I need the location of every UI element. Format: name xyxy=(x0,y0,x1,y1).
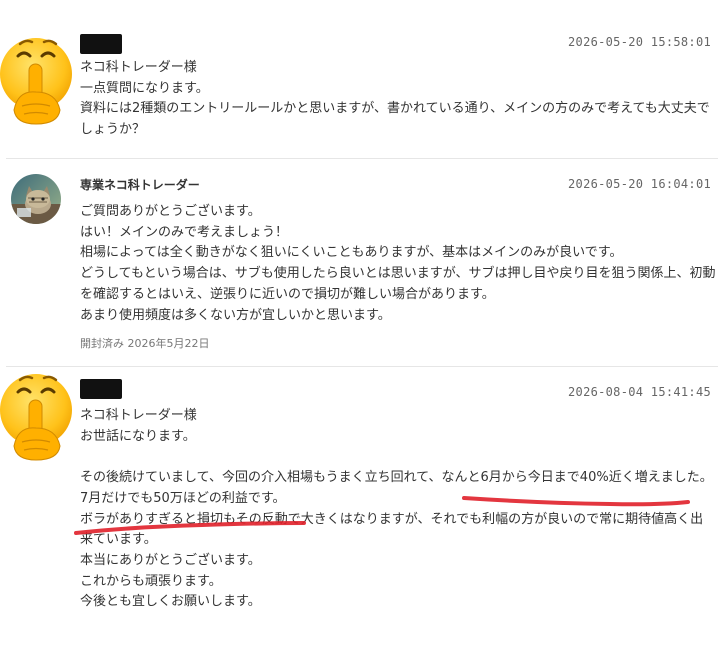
message-body: ネコ科トレーダー様 一点質問になります。 資料には2種類のエントリールールかと思… xyxy=(80,58,716,141)
message-line: 7月だけでも50万ほどの利益です。 xyxy=(80,490,286,506)
message-line: どうしてもという場合は、サブも使用したら良いとは思いますが、サブは押し目や戻り目… xyxy=(80,266,716,302)
timestamp: 2026-05-20 16:04:01 xyxy=(568,177,711,191)
message-line: 今後とも宜しくお願いします。 xyxy=(80,594,261,610)
message-line: ご質問ありがとうございます。 xyxy=(80,204,261,219)
message-line: お世話になります。 xyxy=(80,428,196,444)
message-body: ご質問ありがとうございます。 はい！メインのみで考えましょう！ 相場によっては全… xyxy=(80,202,716,326)
shushing-face-icon xyxy=(0,374,72,461)
sender-name: 専業ネコ科トレーダー xyxy=(80,178,200,192)
message-line: その後続けていまして、今回の介入相場もうまく立ち回れて、なんと6月から今日まで4… xyxy=(80,470,713,486)
message-line: 資料には2種類のエントリールールかと思いますが、書かれている通り、メインの方のみ… xyxy=(80,101,710,138)
timestamp: 2026-08-04 15:41:45 xyxy=(568,385,711,399)
timestamp: 2026-05-20 15:58:01 xyxy=(568,35,711,49)
message-3: 2026-08-04 15:41:45 ネコ科トレーダー様 お世話になります。 … xyxy=(0,366,723,666)
read-status: 開封済み 2026年5月22日 xyxy=(80,337,210,350)
message-line: ボラがありすぎると損切もその反動で大きくはなりますが、それでも利幅の方が良いので… xyxy=(80,511,704,548)
message-line: ネコ科トレーダー様 xyxy=(80,408,197,423)
message-line: 相場によっては全く動きがなく狙いにくいこともありますが、基本はメインのみが良いで… xyxy=(80,245,623,261)
message-line: 一点質問になります。 xyxy=(80,80,209,96)
message-line: はい！メインのみで考えましょう！ xyxy=(80,224,289,240)
message-line: 本当にありがとうございます。 xyxy=(80,552,261,568)
message-body: ネコ科トレーダー様 お世話になります。 その後続けていまして、今回の介入相場もう… xyxy=(80,406,716,613)
message-2: 専業ネコ科トレーダー 2026-05-20 16:04:01 ご質問ありがとうご… xyxy=(0,158,723,366)
message-line: ネコ科トレーダー様 xyxy=(80,60,197,75)
shushing-face-icon xyxy=(0,38,72,125)
cat-trader-avatar-icon xyxy=(11,174,61,224)
sender-redacted xyxy=(80,34,122,54)
message-line: あまり使用頻度は多くない方が宜しいかと思います。 xyxy=(80,307,391,323)
message-1: 2026-05-20 15:58:01 ネコ科トレーダー様 一点質問になります。… xyxy=(0,0,723,158)
sender-redacted xyxy=(80,379,122,399)
message-line: これからも頑張ります。 xyxy=(80,573,222,589)
